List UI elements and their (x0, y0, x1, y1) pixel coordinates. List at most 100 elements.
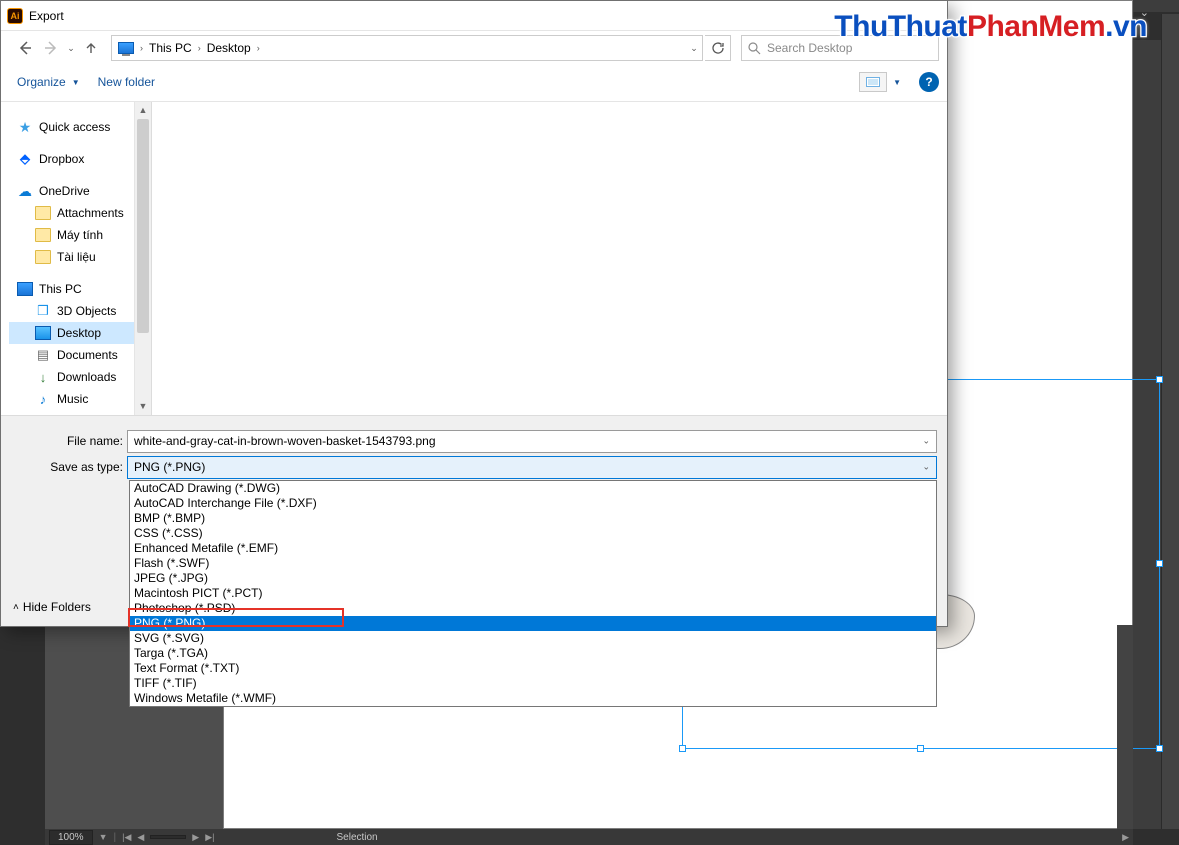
status-mode: Selection (336, 832, 377, 843)
file-type-option[interactable]: CSS (*.CSS) (130, 526, 936, 541)
breadcrumb-desktop[interactable]: Desktop (203, 41, 255, 55)
tree-item-tài-liệu[interactable]: Tài liệu (9, 246, 151, 268)
scroll-down-icon[interactable]: ▼ (135, 398, 151, 415)
next-artboard-icon[interactable]: ▶ (192, 832, 199, 843)
file-type-option[interactable]: AutoCAD Interchange File (*.DXF) (130, 496, 936, 511)
tree-item-desktop[interactable]: Desktop (9, 322, 151, 344)
arrow-right-icon (43, 40, 59, 56)
tree-item-label: Tài liệu (57, 250, 96, 264)
tree-scrollbar[interactable]: ▲ ▼ (134, 102, 151, 415)
last-artboard-icon[interactable]: ▶| (205, 832, 214, 843)
save-as-type-select[interactable]: PNG (*.PNG) ⌄ (127, 456, 937, 479)
prev-artboard-icon[interactable]: ◀ (137, 832, 144, 843)
file-type-option[interactable]: Targa (*.TGA) (130, 646, 936, 661)
file-name-input[interactable]: white-and-gray-cat-in-brown-woven-basket… (127, 430, 937, 453)
scroll-thumb[interactable] (137, 119, 149, 333)
first-artboard-icon[interactable]: |◀ (122, 832, 131, 843)
tree-item-documents[interactable]: ▤ Documents (9, 344, 151, 366)
resize-handle-s[interactable] (917, 745, 924, 752)
organize-menu[interactable]: Organize ▼ (17, 75, 80, 89)
chevron-up-icon: ˄ (13, 602, 19, 613)
tree-item-label: Desktop (57, 326, 101, 340)
scroll-up-icon[interactable]: ▲ (135, 102, 151, 119)
file-type-option[interactable]: Photoshop (*.PSD) (130, 601, 936, 616)
desktop-icon (35, 326, 51, 340)
nav-up-button[interactable] (79, 36, 103, 60)
chevron-down-icon[interactable]: ⌄ (922, 462, 930, 473)
tree-item-music[interactable]: ♪Music (9, 388, 151, 410)
refresh-icon (711, 41, 725, 55)
nav-back-button[interactable] (13, 36, 37, 60)
this-pc-icon (17, 282, 33, 296)
resize-handle-e[interactable] (1156, 560, 1163, 567)
save-as-type-row: Save as type: PNG (*.PNG) ⌄ (1, 454, 947, 480)
save-as-type-value: PNG (*.PNG) (134, 460, 205, 474)
nav-forward-button[interactable] (39, 36, 63, 60)
search-input[interactable]: Search Desktop (741, 35, 939, 61)
help-button[interactable]: ? (919, 72, 939, 92)
file-type-option[interactable]: SVG (*.SVG) (130, 631, 936, 646)
vertical-scrollbar[interactable] (1117, 625, 1133, 829)
search-icon (748, 42, 761, 55)
chevron-down-icon[interactable]: ⌄ (922, 436, 930, 447)
file-type-option[interactable]: Flash (*.SWF) (130, 556, 936, 571)
host-right-collapse[interactable] (1161, 14, 1179, 829)
chevron-right-icon: › (255, 43, 262, 53)
tree-item-this-pc[interactable]: This PC (9, 278, 151, 300)
star-icon: ★ (17, 120, 33, 134)
new-folder-button[interactable]: New folder (98, 75, 155, 89)
tree-item-dropbox[interactable]: ⬘Dropbox (9, 148, 151, 170)
view-mode-button[interactable] (859, 72, 887, 92)
file-type-option[interactable]: TIFF (*.TIF) (130, 676, 936, 691)
resize-handle-se[interactable] (1156, 745, 1163, 752)
navigation-tree[interactable]: ★Quick access ⬘Dropbox ☁OneDriveAttachment… (1, 102, 151, 415)
tree-item-onedrive[interactable]: ☁OneDrive (9, 180, 151, 202)
resize-handle-sw[interactable] (679, 745, 686, 752)
file-type-option[interactable]: AutoCAD Drawing (*.DWG) (130, 481, 936, 496)
tree-item-máy-tính[interactable]: Máy tính (9, 224, 151, 246)
illustrator-app-icon: Ai (7, 8, 23, 24)
tree-item-quick-access[interactable]: ★Quick access (9, 116, 151, 138)
file-type-option[interactable]: BMP (*.BMP) (130, 511, 936, 526)
zoom-level[interactable]: 100% (49, 830, 93, 845)
artboard-index[interactable] (150, 835, 186, 839)
tree-item-label: This PC (39, 282, 82, 296)
folder-icon (35, 250, 51, 264)
cloud-icon: ☁ (17, 184, 33, 198)
host-statusbar: 100% ▼ | |◀ ◀ ▶ ▶| Selection ▶ (45, 829, 1133, 845)
file-type-option[interactable]: Text Format (*.TXT) (130, 661, 936, 676)
breadcrumb-this-pc[interactable]: This PC (145, 41, 196, 55)
resize-handle-ne[interactable] (1156, 376, 1163, 383)
tree-item-label: Downloads (57, 370, 116, 384)
chevron-down-icon[interactable]: ▼ (99, 832, 108, 842)
document-icon: ▤ (35, 348, 51, 362)
tree-item-3d-objects[interactable]: ❒3D Objects (9, 300, 151, 322)
file-type-option[interactable]: Windows Metafile (*.WMF) (130, 691, 936, 706)
chevron-down-icon[interactable]: ▼ (893, 78, 901, 87)
file-type-option[interactable]: JPEG (*.JPG) (130, 571, 936, 586)
folder-icon (35, 228, 51, 242)
hide-folders-toggle[interactable]: ˄ Hide Folders (13, 600, 91, 614)
tree-item-label: Documents (57, 348, 118, 362)
file-name-label: File name: (1, 434, 127, 448)
file-type-option[interactable]: Macintosh PICT (*.PCT) (130, 586, 936, 601)
tree-item-downloads[interactable]: ↓Downloads (9, 366, 151, 388)
dialog-titlebar[interactable]: Ai Export (1, 1, 947, 31)
refresh-button[interactable] (705, 35, 731, 61)
dialog-body: ★Quick access ⬘Dropbox ☁OneDriveAttachment… (1, 101, 947, 415)
dialog-title: Export (29, 9, 64, 23)
recent-locations-dropdown[interactable]: ⌄ (65, 43, 77, 54)
address-history-dropdown[interactable]: ⌄ (686, 43, 702, 54)
arrow-left-icon (17, 40, 33, 56)
music-icon: ♪ (35, 392, 51, 406)
search-placeholder: Search Desktop (767, 41, 852, 55)
tree-item-attachments[interactable]: Attachments (9, 202, 151, 224)
file-type-option[interactable]: PNG (*.PNG) (130, 616, 936, 631)
address-bar[interactable]: › This PC › Desktop › ⌄ (111, 35, 703, 61)
tree-item-label: 3D Objects (57, 304, 116, 318)
file-type-dropdown-list[interactable]: AutoCAD Drawing (*.DWG)AutoCAD Interchan… (129, 480, 937, 707)
file-list-pane[interactable] (151, 102, 947, 415)
file-name-row: File name: white-and-gray-cat-in-brown-w… (1, 428, 947, 454)
scroll-left-icon[interactable]: ▶ (1122, 832, 1129, 843)
file-type-option[interactable]: Enhanced Metafile (*.EMF) (130, 541, 936, 556)
